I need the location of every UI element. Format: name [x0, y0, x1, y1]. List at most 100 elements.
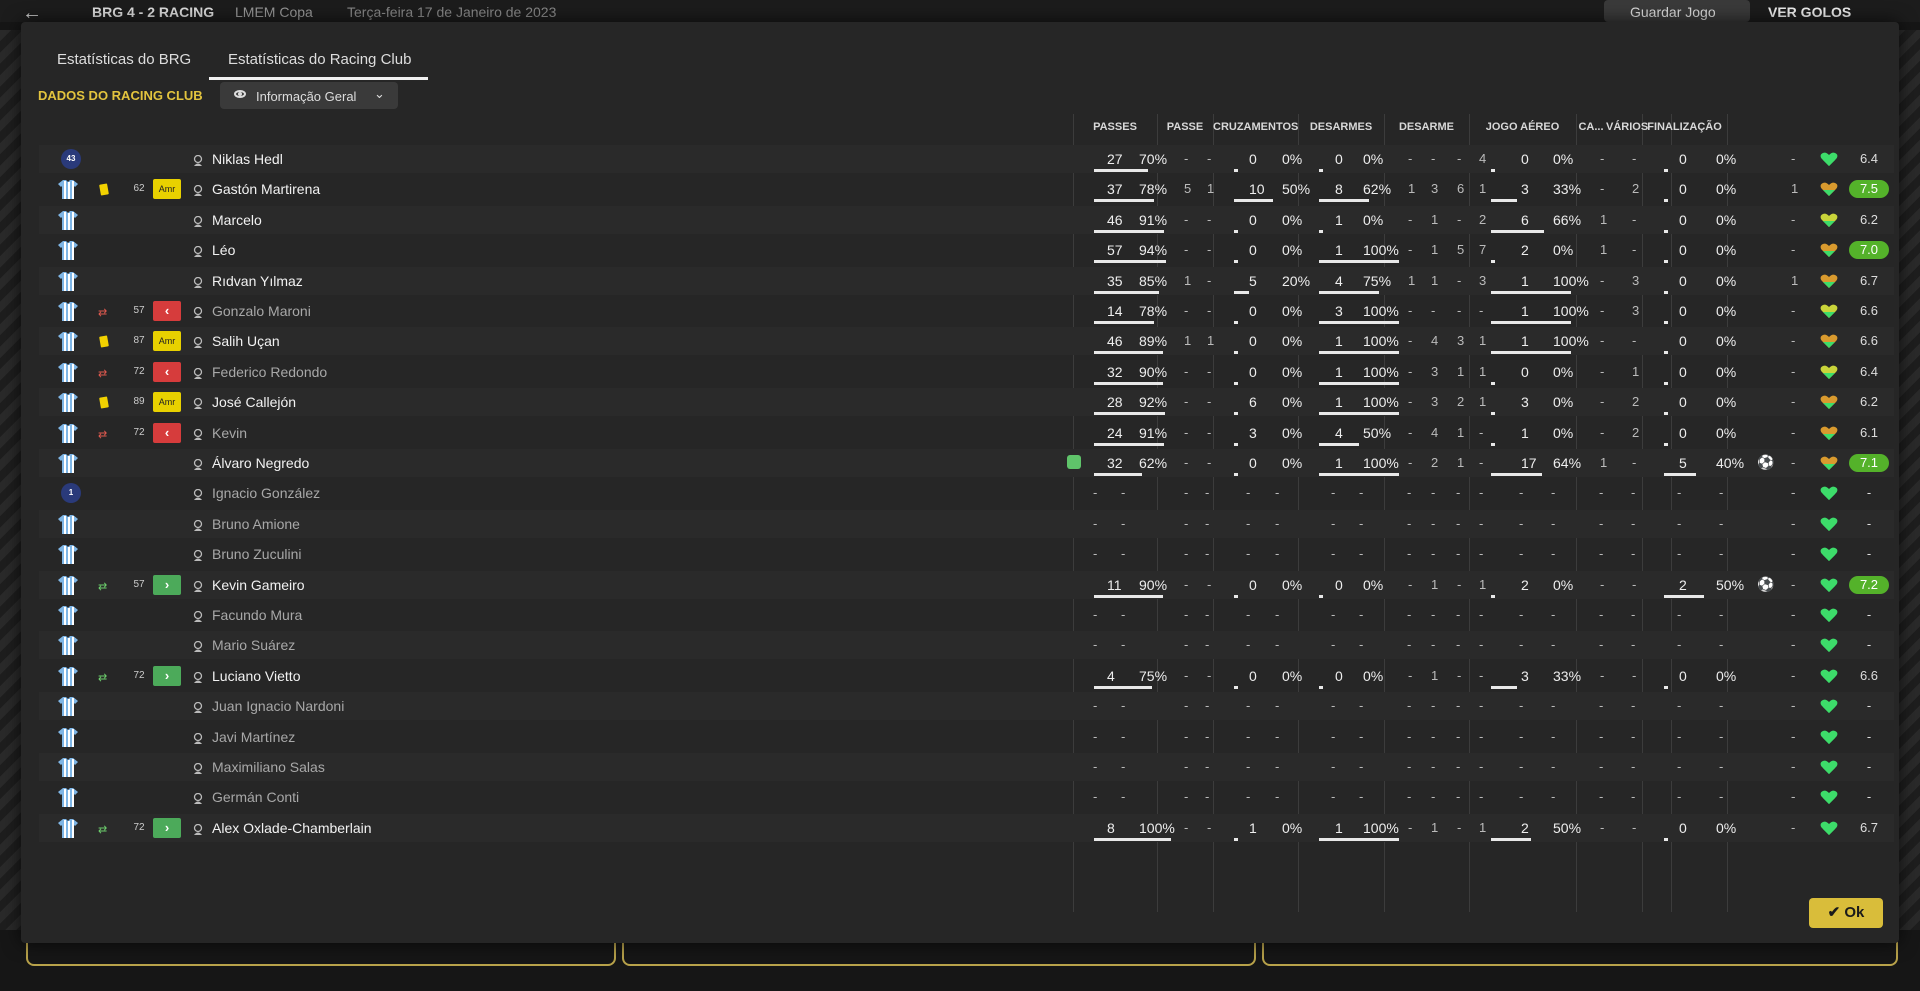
stat-cross-pct: 0% — [1282, 668, 1303, 684]
player-row[interactable]: 89 Amr José Callejón 28 92% - -6 0% 1 100% -3 2 1 3 0%… — [39, 388, 1894, 416]
player-name[interactable]: Gonzalo Maroni — [212, 303, 311, 319]
stat-ocg: 1 — [1207, 333, 1215, 348]
stat-empty-2: - — [1184, 546, 1189, 561]
player-row[interactable]: Maximiliano Salas - - - - - - - - - - - - - - - - - - - - - — [39, 753, 1894, 781]
player-name[interactable]: Luciano Vietto — [212, 668, 300, 684]
player-row[interactable]: Álvaro Negredo 32 62% - -0 0% 1 100% -2 1-17 64% 1-… — [39, 449, 1894, 477]
stat-aerial-att: 1 — [1521, 333, 1529, 349]
morale-heart-icon — [1820, 302, 1838, 320]
stat-empty-5: - — [1275, 729, 1280, 744]
player-name[interactable]: Maximiliano Salas — [212, 759, 325, 775]
stat-empty-16: - — [1677, 729, 1682, 744]
player-name[interactable]: Juan Ignacio Nardoni — [212, 698, 344, 714]
stat-shots-pct: 0% — [1716, 242, 1737, 258]
shirt-icon — [57, 239, 79, 261]
group-header-desarme: DESARME — [1398, 121, 1454, 133]
stat-empty-13: - — [1551, 759, 1556, 774]
player-name[interactable]: Kevin — [212, 425, 247, 441]
player-name[interactable]: Alex Oxlade-Chamberlain — [212, 820, 372, 836]
stat-empty-2: - — [1184, 789, 1189, 804]
player-name[interactable]: Rıdvan Yılmaz — [212, 273, 303, 289]
stat-empty-15: - — [1631, 729, 1636, 744]
person-icon — [193, 275, 203, 288]
group-header-cruz: CRUZAMENTOS — [1213, 121, 1299, 133]
stat-d-a: 2 — [1479, 212, 1487, 227]
player-row[interactable]: ⇄ 72 ‹ Federico Redondo 32 90% - -0 0% 1 100% -3 1 1 0… — [39, 358, 1894, 386]
stat-tackle-pct: 100% — [1363, 394, 1399, 410]
bar-shots — [1664, 169, 1668, 172]
player-name[interactable]: Marcelo — [212, 212, 262, 228]
view-dropdown[interactable]: Informação Geral ⌄ — [220, 82, 398, 109]
shirt-icon — [57, 574, 79, 596]
player-row[interactable]: 87 Amr Salih Uçan 46 89% 1 1 0 0% 1 100% -4 3 1 1 100% -… — [39, 327, 1894, 355]
stat-tackle-pct: 50% — [1363, 425, 1392, 441]
shirt-icon — [57, 513, 79, 535]
stat-empty-14: - — [1599, 759, 1604, 774]
player-row[interactable]: Javi Martínez - - - - - - - - - - - - - - - - - - - - - — [39, 723, 1894, 751]
player-row[interactable]: Mario Suárez - - - - - - - - - - - - - - - - - - - - - — [39, 631, 1894, 659]
player-row[interactable]: ⇄ 57 ‹ Gonzalo Maroni 14 78% - -0 0% 3 100% - - - -1 10… — [39, 297, 1894, 325]
player-name[interactable]: Mario Suárez — [212, 637, 295, 653]
tab-racing-stats[interactable]: Estatísticas do Racing Club — [228, 51, 411, 68]
player-row[interactable]: Germán Conti - - - - - - - - - - - - - - - - - - - - - — [39, 783, 1894, 811]
player-row[interactable]: Juan Ignacio Nardoni - - - - - - - - - - - - - - - - - - - -… — [39, 692, 1894, 720]
stat-d-ch: - — [1408, 333, 1413, 348]
player-row[interactable]: Léo 57 94% - -0 0% 1 100% -1 5 7 2 0% 1-0 0% -7.0 — [39, 236, 1894, 264]
player-name[interactable]: Federico Redondo — [212, 364, 327, 380]
stat-passes-pct: 90% — [1139, 364, 1168, 380]
player-name[interactable]: Bruno Amione — [212, 516, 300, 532]
stat-aerial-att: 2 — [1521, 242, 1529, 258]
stat-passes-att: 32 — [1107, 455, 1123, 471]
player-name[interactable]: Álvaro Negredo — [212, 455, 309, 471]
stat-empty-5: - — [1275, 546, 1280, 561]
stat-shots: 5 — [1679, 455, 1687, 471]
player-name[interactable]: Germán Conti — [212, 789, 299, 805]
bar-cross — [1234, 291, 1249, 294]
stat-empty-14: - — [1599, 698, 1604, 713]
player-row[interactable]: Marcelo 46 91% - - 0 0% 1 0% - 1 - 2 6 66% 1 - 0 0% - 6.2 — [39, 206, 1894, 234]
player-row[interactable]: ⇄ 72 › Alex Oxlade-Chamberlain 8 100% - -1 0% 1 10… — [39, 814, 1894, 842]
player-row[interactable]: ⇄ 57 › Kevin Gameiro 11 90% - - 0 0% 0 0% - 1 - 1 2 0% - - 2… — [39, 571, 1894, 599]
player-row[interactable]: Bruno Zuculini - - - - - - - - - - - - - - - - - - - - - — [39, 540, 1894, 568]
player-row[interactable]: Rıdvan Yılmaz 35 85% 1-5 20% 4 75% 1 1-3 1 100% -3 0… — [39, 267, 1894, 295]
stat-empty-14: - — [1599, 729, 1604, 744]
event-minute: 72 — [133, 670, 145, 681]
player-name[interactable]: Niklas Hedl — [212, 151, 283, 167]
player-name[interactable]: Kevin Gameiro — [212, 577, 305, 593]
event-minute: 57 — [133, 305, 145, 316]
stat-empty-12: - — [1519, 729, 1524, 744]
player-row[interactable]: Facundo Mura - - - - - - - - - - - - - - - - - - - - - — [39, 601, 1894, 629]
stats-modal: Estatísticas do BRG Estatísticas do Raci… — [21, 22, 1899, 943]
bar-cross — [1234, 230, 1238, 233]
player-row[interactable]: ⇄ 72 ‹ Kevin 24 91% - -3 0% 4 50% -4 1-1 0% -2 0 0% -6.1 — [39, 419, 1894, 447]
player-name[interactable]: José Callejón — [212, 394, 296, 410]
stat-empty-8: - — [1407, 485, 1412, 500]
player-name[interactable]: Facundo Mura — [212, 607, 302, 623]
player-name[interactable]: Javi Martínez — [212, 729, 295, 745]
player-row[interactable]: 1 Ignacio González - - - - - - - - - - - - - - - - - - - - - — [39, 479, 1894, 507]
view-goals-button[interactable]: VER GOLOS — [1768, 4, 1851, 20]
bar-shots — [1664, 443, 1668, 446]
player-row[interactable]: ⇄ 72 › Luciano Vietto 4 75% - - 0 0% 0 0% - 1 - - 3 33% - -… — [39, 662, 1894, 690]
stat-empty-14: - — [1599, 516, 1604, 531]
player-name[interactable]: Salih Uçan — [212, 333, 280, 349]
save-game-button[interactable]: Guardar Jogo — [1604, 0, 1750, 22]
person-icon — [193, 518, 203, 531]
ok-button[interactable]: ✔ Ok — [1809, 898, 1883, 928]
tab-brg-stats[interactable]: Estatísticas do BRG — [57, 51, 191, 68]
stat-empty-13: - — [1551, 607, 1556, 622]
player-name[interactable]: Ignacio González — [212, 485, 320, 501]
stat-fnt: - — [1632, 212, 1637, 227]
substitution-arrows-icon: ⇄ — [98, 429, 108, 441]
stat-ocg: - — [1207, 364, 1212, 379]
player-name[interactable]: Bruno Zuculini — [212, 546, 302, 562]
stat-passes-att: 46 — [1107, 333, 1123, 349]
player-row[interactable]: Bruno Amione - - - - - - - - - - - - - - - - - - - - - — [39, 510, 1894, 538]
player-row[interactable]: 43 Niklas Hedl 27 70% - - 0 0% 0 0% - - - 4 0 0% - - 0 0% - 6… — [39, 145, 1894, 173]
player-name[interactable]: Léo — [212, 242, 235, 258]
stat-ch: 1 — [1184, 273, 1192, 288]
stat-ca-ch: - — [1600, 333, 1605, 348]
stat-empty-9: - — [1431, 637, 1436, 652]
player-name[interactable]: Gastón Martirena — [212, 181, 320, 197]
player-row[interactable]: 62 Amr Gastón Martirena 37 78% 5 1 10 50% 8 62% 1 3 6… — [39, 175, 1894, 203]
